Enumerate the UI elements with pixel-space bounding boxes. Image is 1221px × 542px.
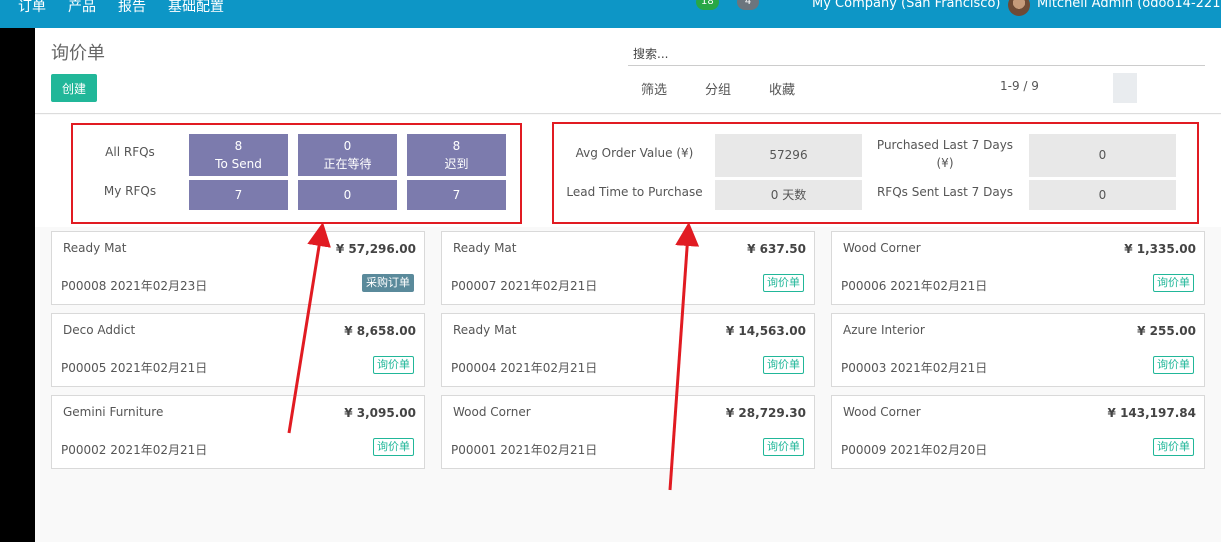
card-reference: P00002 2021年02月21日 [61,443,208,457]
status-badge: 询价单 [373,356,414,374]
tile-label: 正在等待 [323,157,372,171]
late-tile[interactable]: 8 迟到 [407,134,506,176]
purchased-label: Purchased Last 7 Days (¥) [876,138,1014,170]
lead-time-label: Lead Time to Purchase [566,185,703,199]
pager[interactable]: 1-9 / 9 [1000,79,1039,93]
card-amount: ¥ 143,197.84 [1107,406,1196,420]
card-reference: P00004 2021年02月21日 [451,361,598,375]
my-waiting-tile[interactable]: 0 [298,180,397,210]
card-amount: ¥ 14,563.00 [725,324,806,338]
rfqs-sent-value: 0 [1029,180,1176,210]
purchase-dashboard: All RFQs My RFQs 8 To Send 0 正在等待 8 迟到 7… [35,115,1221,227]
card-amount: ¥ 8,658.00 [344,324,416,338]
purchase-order-card[interactable]: Wood Corner ¥ 143,197.84 P00009 2021年02月20… [831,395,1205,469]
avatar[interactable] [1008,0,1030,16]
to-send-tile[interactable]: 8 To Send [189,134,288,176]
purchase-order-card[interactable]: Ready Mat ¥ 57,296.00 P00008 2021年02月23日 采购… [51,231,425,305]
create-button[interactable]: 创建 [51,74,97,102]
status-badge: 询价单 [1153,438,1194,456]
main-menu: 订单 产品 报告 基础配置 [18,0,224,16]
tile-count: 8 [452,139,461,153]
group-by-button[interactable]: 分组 [705,79,731,98]
card-reference: P00001 2021年02月21日 [451,443,598,457]
purchase-order-card[interactable]: Ready Mat ¥ 637.50 P00007 2021年02月21日 询价单 [441,231,815,305]
lead-time-value: 0 天数 [715,180,862,210]
view-switcher-icon[interactable] [1113,73,1137,103]
status-badge: 询价单 [1153,356,1194,374]
rfqs-sent-label: RFQs Sent Last 7 Days [876,185,1014,199]
waiting-tile[interactable]: 0 正在等待 [298,134,397,176]
search-input[interactable] [628,42,1205,66]
top-navbar: 订单 产品 报告 基础配置 18 4 My Company (San Franc… [0,0,1221,28]
menu-item-orders[interactable]: 订单 [18,0,46,16]
purchased-value: 0 [1029,134,1176,177]
tile-label: To Send [215,157,262,171]
purchase-order-card[interactable]: Gemini Furniture ¥ 3,095.00 P00002 2021年02… [51,395,425,469]
card-amount: ¥ 1,335.00 [1124,242,1196,256]
purchase-order-card[interactable]: Wood Corner ¥ 28,729.30 P00001 2021年02月21日… [441,395,815,469]
status-badge: 询价单 [1153,274,1194,292]
card-amount: ¥ 255.00 [1137,324,1196,338]
all-rfqs-label: All RFQs [105,145,155,159]
card-amount: ¥ 637.50 [747,242,806,256]
status-badge: 询价单 [373,438,414,456]
card-reference: P00005 2021年02月21日 [61,361,208,375]
my-to-send-tile[interactable]: 7 [189,180,288,210]
status-badge: 询价单 [763,438,804,456]
company-switcher[interactable]: My Company (San Francisco) [812,0,1000,11]
activities-badge[interactable]: 4 [737,0,759,10]
card-partner: Ready Mat [453,323,517,337]
status-badge: 询价单 [763,356,804,374]
avg-order-label: Avg Order Value (¥) [575,146,694,160]
search-options: 筛选 分组 收藏 [641,79,795,98]
favorites-button[interactable]: 收藏 [769,79,795,98]
card-reference: P00007 2021年02月21日 [451,279,598,293]
tile-count: 8 [234,139,243,153]
purchase-order-card[interactable]: Ready Mat ¥ 14,563.00 P00004 2021年02月21日 询价… [441,313,815,387]
purchase-order-card[interactable]: Azure Interior ¥ 255.00 P00003 2021年02月21日… [831,313,1205,387]
page-title: 询价单 [51,43,105,64]
status-badge: 采购订单 [362,274,414,292]
tile-count: 0 [343,139,352,153]
card-partner: Wood Corner [453,405,531,419]
my-rfqs-label: My RFQs [103,184,157,198]
purchase-order-card[interactable]: Deco Addict ¥ 8,658.00 P00005 2021年02月21日 询… [51,313,425,387]
card-partner: Wood Corner [843,405,921,419]
menu-item-configuration[interactable]: 基础配置 [168,0,224,16]
card-reference: P00003 2021年02月21日 [841,361,988,375]
card-reference: P00009 2021年02月20日 [841,443,988,457]
menu-item-reporting[interactable]: 报告 [118,0,146,16]
avg-order-value: 57296 [715,134,862,177]
messages-badge[interactable]: 18 [696,0,719,10]
card-partner: Wood Corner [843,241,921,255]
card-partner: Ready Mat [453,241,517,255]
tile-label: 迟到 [444,157,469,171]
my-late-tile[interactable]: 7 [407,180,506,210]
card-partner: Gemini Furniture [63,405,164,419]
card-partner: Ready Mat [63,241,127,255]
main-content: 询价单 创建 筛选 分组 收藏 1-9 / 9 All RFQs My RFQs… [35,28,1221,542]
user-menu[interactable]: Mitchell Admin (odoo14-221) [1037,0,1221,11]
card-amount: ¥ 57,296.00 [335,242,416,256]
control-panel: 询价单 创建 筛选 分组 收藏 1-9 / 9 [35,28,1221,114]
card-partner: Deco Addict [63,323,136,337]
purchase-order-card[interactable]: Wood Corner ¥ 1,335.00 P00006 2021年02月21日 询… [831,231,1205,305]
card-partner: Azure Interior [843,323,925,337]
menu-item-products[interactable]: 产品 [68,0,96,16]
status-badge: 询价单 [763,274,804,292]
card-amount: ¥ 3,095.00 [344,406,416,420]
card-reference: P00008 2021年02月23日 [61,279,208,293]
card-amount: ¥ 28,729.30 [725,406,806,420]
card-reference: P00006 2021年02月21日 [841,279,988,293]
filter-button[interactable]: 筛选 [641,79,667,98]
